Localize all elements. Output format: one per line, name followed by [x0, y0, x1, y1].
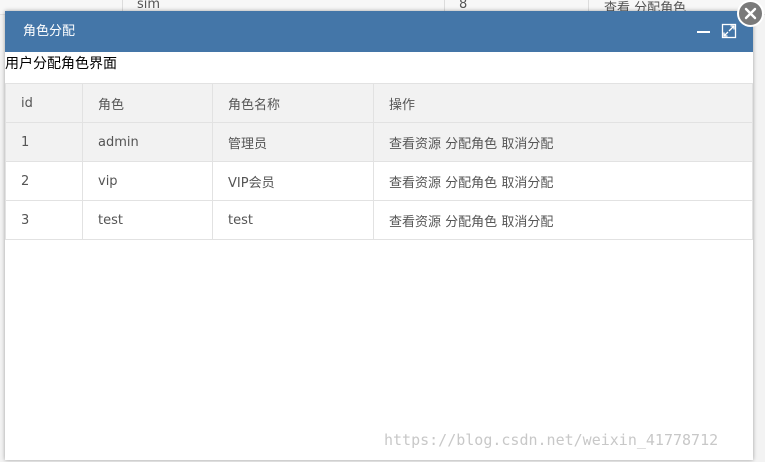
- cell-role: vip: [82, 161, 213, 201]
- assign-role-link[interactable]: 分配角色: [445, 137, 497, 152]
- assign-role-link[interactable]: 分配角色: [445, 176, 497, 191]
- role-assign-dialog: 角色分配 用户分配角色界面 id 角色 角色名称 操作 1 admin 管理员: [5, 11, 753, 460]
- cancel-assign-link[interactable]: 取消分配: [501, 176, 553, 191]
- cell-role-name: 管理员: [212, 122, 374, 162]
- cell-id: 3: [5, 200, 83, 240]
- column-header-role-name: 角色名称: [212, 83, 374, 123]
- column-header-role: 角色: [82, 83, 213, 123]
- dialog-title: 角色分配: [23, 24, 76, 39]
- table-header-row: id 角色 角色名称 操作: [5, 83, 753, 123]
- column-header-actions: 操作: [373, 83, 753, 123]
- cell-id: 2: [5, 161, 83, 201]
- table-row[interactable]: 3 test test 查看资源 分配角色 取消分配: [5, 200, 753, 240]
- close-icon[interactable]: [737, 0, 764, 27]
- watermark: https://blog.csdn.net/weixin_41778712: [384, 431, 719, 449]
- cell-role-name: VIP会员: [212, 161, 374, 201]
- cell-id: 1: [5, 122, 83, 162]
- cell-actions: 查看资源 分配角色 取消分配: [373, 200, 753, 240]
- table-row[interactable]: 2 vip VIP会员 查看资源 分配角色 取消分配: [5, 161, 753, 201]
- cell-role: admin: [82, 122, 213, 162]
- cancel-assign-link[interactable]: 取消分配: [501, 215, 553, 230]
- view-resources-link[interactable]: 查看资源: [389, 137, 441, 152]
- cell-actions: 查看资源 分配角色 取消分配: [373, 161, 753, 201]
- minimize-icon[interactable]: [696, 23, 712, 39]
- table-row[interactable]: 1 admin 管理员 查看资源 分配角色 取消分配: [5, 122, 753, 162]
- cancel-assign-link[interactable]: 取消分配: [501, 137, 553, 152]
- view-resources-link[interactable]: 查看资源: [389, 176, 441, 191]
- page-heading: 用户分配角色界面: [5, 56, 117, 72]
- cell-role: test: [82, 200, 213, 240]
- maximize-icon[interactable]: [721, 23, 737, 39]
- cell-role-name: test: [212, 200, 374, 240]
- view-resources-link[interactable]: 查看资源: [389, 215, 441, 230]
- dialog-header[interactable]: 角色分配: [5, 11, 753, 52]
- cell-actions: 查看资源 分配角色 取消分配: [373, 122, 753, 162]
- column-header-id: id: [5, 83, 83, 123]
- role-table: id 角色 角色名称 操作 1 admin 管理员 查看资源 分配角色 取消分配…: [5, 83, 753, 240]
- assign-role-link[interactable]: 分配角色: [445, 215, 497, 230]
